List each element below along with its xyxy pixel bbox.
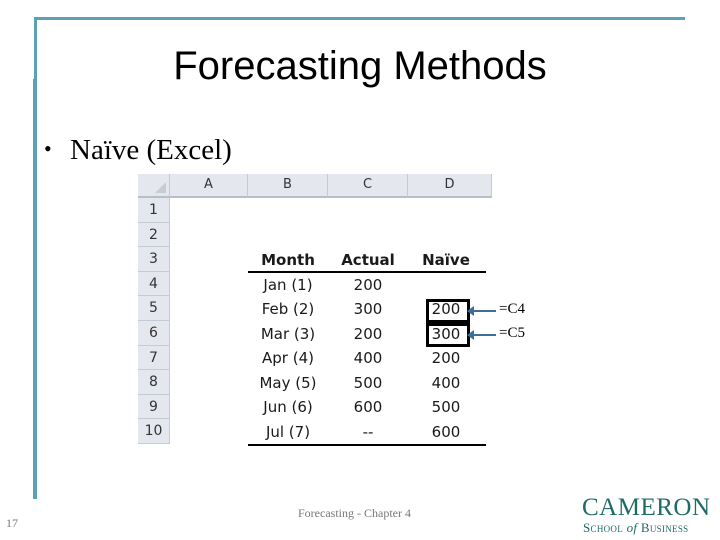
arrow-d5 — [467, 306, 496, 316]
formula-annotation-d6: =C5 — [499, 325, 525, 341]
highlight-box-d6 — [426, 323, 470, 347]
arrow-left-icon — [467, 330, 474, 340]
row-header: 10 — [138, 419, 170, 444]
row-header: 4 — [138, 271, 170, 297]
slide-title: Forecasting Methods — [173, 44, 547, 88]
actual-cell: 600 — [353, 398, 383, 417]
month-cell: Jun (6) — [263, 398, 313, 417]
month-cell: Apr (4) — [262, 349, 314, 368]
row-header: 8 — [138, 370, 170, 395]
actual-cell: 200 — [353, 275, 383, 294]
table-header-actual: Actual — [341, 251, 395, 269]
naive-cell: 500 — [431, 398, 461, 417]
slide-footer: Forecasting - Chapter 4 — [298, 506, 411, 520]
actual-cell: 500 — [353, 373, 383, 392]
logo-sub-of: of — [626, 520, 638, 535]
column-header-a: A — [170, 174, 248, 198]
row-header: 5 — [138, 296, 170, 321]
actual-cell: 200 — [353, 324, 383, 343]
bullet-icon: • — [44, 136, 52, 161]
bullet-text: Naïve (Excel) — [70, 134, 232, 166]
row-header: 6 — [138, 321, 170, 346]
month-cell: Jan (1) — [263, 275, 313, 294]
arrow-left-icon — [467, 306, 474, 316]
month-cell: Jul (7) — [265, 423, 311, 441]
month-cell: Mar (3) — [260, 324, 316, 343]
logo-subtitle: School of Business — [583, 520, 688, 536]
formula-annotation-d5: =C4 — [499, 301, 525, 317]
naive-cell: 600 — [431, 423, 461, 441]
actual-cell: -- — [362, 423, 374, 441]
column-header-d: D — [408, 174, 492, 198]
select-all-corner — [138, 174, 170, 198]
row-header: 2 — [138, 222, 170, 248]
table-header-month: Month — [261, 251, 315, 269]
highlight-box-d5 — [426, 299, 470, 323]
naive-cell: 400 — [431, 373, 461, 392]
actual-cell: 300 — [353, 300, 383, 318]
row-header: 9 — [138, 394, 170, 420]
arrow-d6 — [467, 330, 496, 340]
bullet-item: • Naïve (Excel) — [44, 134, 232, 167]
logo-sub-business: Business — [637, 520, 689, 535]
column-header-b: B — [248, 174, 328, 198]
row-header: 7 — [138, 345, 170, 371]
table-bottom-rule — [248, 444, 486, 446]
actual-cell: 400 — [353, 349, 383, 368]
slide-frame-top-border — [35, 17, 685, 20]
logo-wordmark: CAMERON — [582, 494, 711, 521]
month-cell: Feb (2) — [261, 300, 315, 318]
corner-triangle-icon — [155, 182, 166, 193]
column-header-c: C — [328, 174, 408, 198]
row-header: 3 — [138, 247, 170, 272]
row-header: 1 — [138, 198, 170, 223]
month-cell: May (5) — [259, 373, 317, 392]
naive-cell: 200 — [431, 349, 461, 368]
logo-sub-school: School — [583, 520, 627, 535]
slide-number: 17 — [6, 516, 18, 530]
naive-cell — [408, 273, 484, 298]
slide-frame-left-border-lower — [33, 79, 37, 499]
table-header-naive: Naïve — [422, 251, 470, 269]
